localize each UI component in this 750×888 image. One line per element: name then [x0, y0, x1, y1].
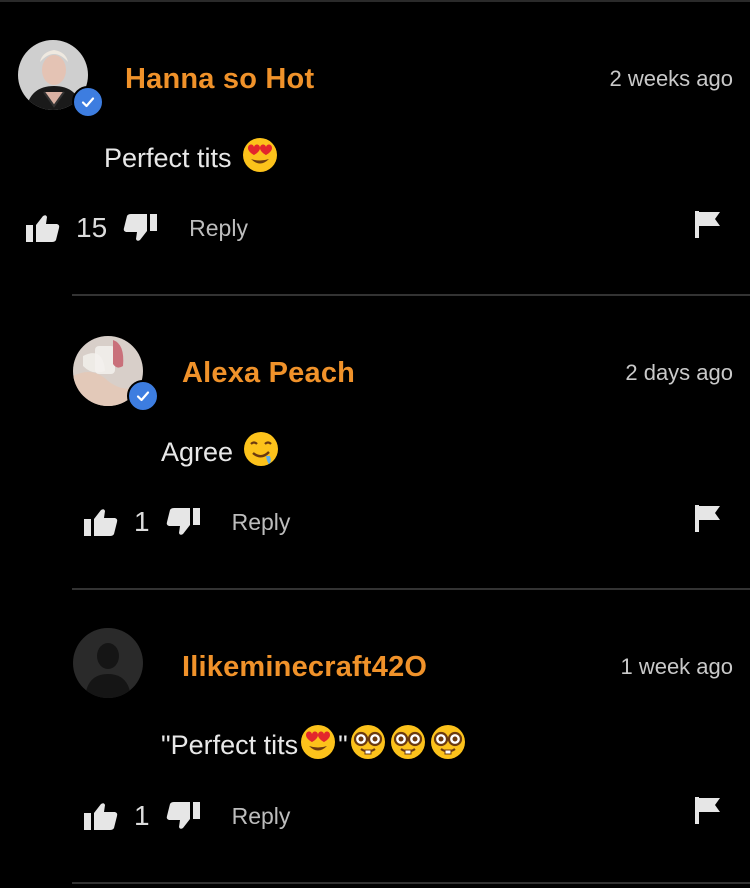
comment: Ilikeminecraft42O 1 week ago "Perfect ti… [0, 590, 750, 888]
thumbs-up-icon[interactable] [84, 801, 118, 831]
nerd-face-emoji [430, 724, 466, 767]
thumbs-down-icon[interactable] [123, 213, 158, 243]
like-count: 1 [134, 800, 150, 831]
comment-text: Agree [161, 431, 279, 474]
username[interactable]: Ilikeminecraft42O [182, 651, 427, 684]
comment-text-body: "Perfect tits [161, 730, 299, 760]
drooling-face-emoji [243, 431, 279, 474]
comment: Alexa Peach 2 days ago Agree 1 Reply [0, 296, 750, 590]
comment-actions: 1 Reply [84, 796, 290, 836]
comment-text-quote: " [338, 730, 348, 760]
comment-text: "Perfect tits " [161, 724, 466, 767]
nerd-face-emoji [350, 724, 386, 767]
like-count: 15 [76, 212, 108, 243]
flag-icon[interactable] [694, 210, 722, 243]
verified-badge-icon [72, 86, 104, 118]
flag-icon[interactable] [694, 504, 722, 537]
comment-actions: 1 Reply [84, 502, 290, 542]
timestamp: 2 days ago [625, 360, 733, 385]
comment-text-body: Agree [161, 437, 234, 467]
timestamp: 2 weeks ago [609, 66, 733, 91]
verified-badge-icon [127, 380, 159, 412]
divider [72, 882, 750, 884]
reply-button[interactable]: Reply [189, 215, 248, 242]
nerd-face-emoji [390, 724, 426, 767]
timestamp: 1 week ago [620, 654, 733, 679]
flag-icon[interactable] [694, 796, 722, 829]
heart-eyes-emoji [242, 137, 278, 180]
comment-text-body: Perfect tits [104, 143, 232, 173]
thumbs-up-icon[interactable] [26, 213, 60, 243]
comment: Hanna so Hot 2 weeks ago Perfect tits 15… [0, 0, 750, 296]
thumbs-down-icon[interactable] [166, 801, 200, 831]
thumbs-up-icon[interactable] [84, 507, 118, 537]
username[interactable]: Hanna so Hot [125, 63, 314, 96]
thumbs-down-icon[interactable] [166, 507, 200, 537]
avatar[interactable] [73, 628, 143, 698]
heart-eyes-emoji [300, 724, 336, 767]
reply-button[interactable]: Reply [232, 509, 291, 536]
username[interactable]: Alexa Peach [182, 357, 355, 390]
comment-actions: 15 Reply [26, 208, 248, 248]
comment-text: Perfect tits [104, 137, 278, 180]
reply-button[interactable]: Reply [232, 803, 291, 830]
like-count: 1 [134, 506, 150, 537]
